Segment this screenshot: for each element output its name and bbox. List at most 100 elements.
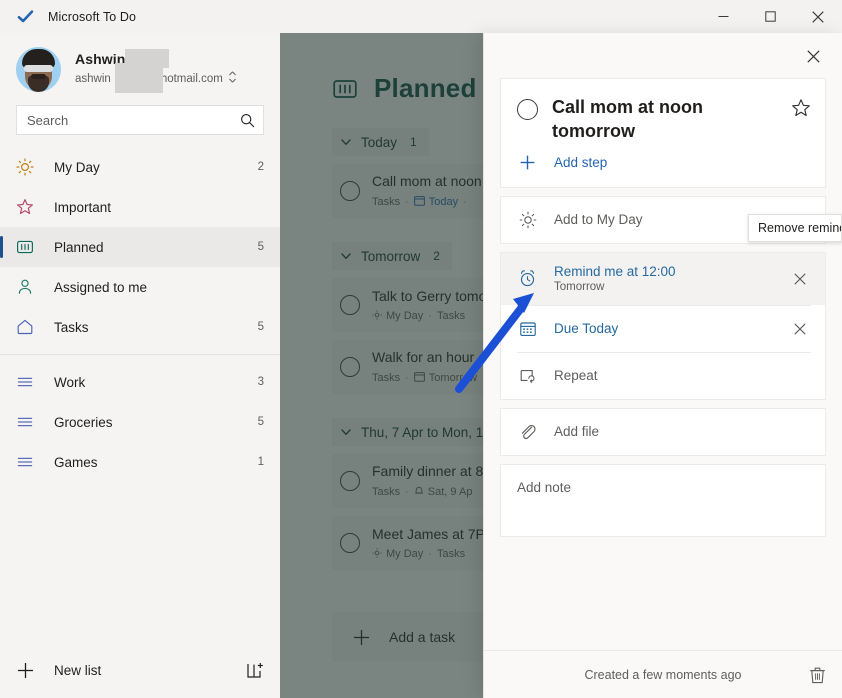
app-title: Microsoft To Do bbox=[48, 9, 137, 24]
page-title: Planned bbox=[374, 73, 477, 103]
search-input[interactable] bbox=[27, 112, 240, 128]
sun-icon bbox=[372, 547, 382, 561]
created-timestamp: Created a few moments ago bbox=[584, 667, 742, 682]
task-meta-list: Tasks bbox=[372, 196, 401, 208]
sidebar-item-games[interactable]: Games 1 bbox=[0, 442, 280, 482]
sidebar-item-my-day[interactable]: My Day 2 bbox=[0, 147, 280, 187]
task-meta-myday: My Day bbox=[372, 547, 423, 561]
remove-due-date-button[interactable] bbox=[785, 314, 815, 344]
add-a-task-label: Add a task bbox=[389, 629, 456, 645]
minimize-button[interactable] bbox=[700, 0, 747, 33]
close-detail-button[interactable] bbox=[800, 43, 826, 69]
sidebar-item-label: Tasks bbox=[54, 319, 89, 335]
meta-separator: · bbox=[405, 196, 409, 208]
sidebar-item-count: 5 bbox=[257, 416, 264, 428]
search-box[interactable] bbox=[16, 105, 264, 135]
account-email-prefix: ashwin bbox=[75, 73, 111, 86]
task-meta-due: Tomorrow bbox=[413, 371, 477, 385]
circle-unchecked-icon[interactable] bbox=[340, 533, 360, 553]
remove-reminder-button[interactable] bbox=[785, 264, 815, 294]
meta-separator: · bbox=[428, 310, 432, 322]
sidebar-item-label: Groceries bbox=[54, 414, 113, 430]
chevron-up-down-icon bbox=[228, 71, 237, 88]
person-icon bbox=[16, 278, 40, 296]
task-title: Call mom at noon bbox=[372, 173, 482, 189]
group-name: Thu, 7 Apr to Mon, 1 bbox=[361, 424, 484, 440]
plus-icon[interactable] bbox=[16, 661, 40, 680]
circle-unchecked-icon[interactable] bbox=[517, 99, 538, 120]
bell-icon bbox=[414, 485, 424, 499]
task-meta: Tasks · Sat, 9 Ap bbox=[372, 485, 493, 499]
reminder-due-repeat-card: Remind me at 12:00 Tomorrow Due Today Re… bbox=[500, 251, 826, 400]
group-name: Tomorrow bbox=[361, 248, 421, 264]
sidebar-item-label: Planned bbox=[54, 239, 104, 255]
group-header[interactable]: Tomorrow 2 bbox=[332, 242, 452, 270]
sidebar-footer: New list bbox=[0, 642, 280, 698]
close-button[interactable] bbox=[794, 0, 842, 33]
group-header[interactable]: Thu, 7 Apr to Mon, 1 bbox=[332, 418, 509, 446]
circle-unchecked-icon[interactable] bbox=[340, 471, 360, 491]
meta-separator: · bbox=[405, 486, 409, 498]
group-header[interactable]: Today 1 bbox=[332, 128, 429, 156]
smart-lists: My Day 2 Important Planned 5 Assigned to… bbox=[0, 147, 280, 482]
task-meta-reminder-label: Sat, 9 Ap bbox=[427, 486, 473, 498]
task-meta-myday-label: My Day bbox=[386, 310, 424, 322]
account-switcher[interactable]: Ashwin ashwin hotmail.com bbox=[0, 41, 280, 97]
star-outline-icon[interactable] bbox=[789, 95, 811, 144]
reminder-label: Remind me at 12:00 bbox=[554, 264, 676, 280]
add-step-button[interactable]: Add step bbox=[501, 144, 825, 187]
task-meta: Tasks · Tomorrow bbox=[372, 371, 486, 385]
maximize-button[interactable] bbox=[747, 0, 794, 33]
task-meta-myday: My Day bbox=[372, 309, 424, 323]
task-meta: Tasks · Today · bbox=[372, 195, 482, 209]
add-note-field[interactable]: Add note bbox=[500, 463, 826, 537]
home-icon bbox=[16, 318, 40, 336]
new-group-icon[interactable] bbox=[247, 662, 264, 679]
repeat-row[interactable]: Repeat bbox=[501, 353, 825, 399]
todo-app-window: Microsoft To Do Ashwin ashwin hotmail.co… bbox=[0, 0, 842, 698]
task-meta: My Day · Tasks bbox=[372, 547, 497, 561]
detail-task-title[interactable]: Call mom at noon tomorrow bbox=[552, 95, 789, 144]
add-file-label: Add file bbox=[554, 423, 600, 439]
delete-task-button[interactable] bbox=[809, 666, 826, 684]
app-logo-checkmark-icon bbox=[16, 8, 34, 26]
task-meta-due-label: Today bbox=[428, 196, 459, 208]
due-date-row[interactable]: Due Today bbox=[501, 306, 825, 352]
list-icon bbox=[16, 453, 40, 471]
sidebar-item-label: Work bbox=[54, 374, 86, 390]
reminder-row[interactable]: Remind me at 12:00 Tomorrow bbox=[501, 252, 825, 305]
circle-unchecked-icon[interactable] bbox=[340, 181, 360, 201]
sidebar-item-important[interactable]: Important bbox=[0, 187, 280, 227]
sidebar-item-groceries[interactable]: Groceries 5 bbox=[0, 402, 280, 442]
title-bar: Microsoft To Do bbox=[0, 0, 842, 33]
task-title: Family dinner at 8P bbox=[372, 463, 493, 479]
search-icon[interactable] bbox=[240, 113, 255, 128]
circle-unchecked-icon[interactable] bbox=[340, 357, 360, 377]
sidebar-item-label: Assigned to me bbox=[54, 279, 148, 295]
meta-separator: · bbox=[405, 372, 409, 384]
due-date-label: Due Today bbox=[554, 320, 619, 336]
task-title: Walk for an hour e bbox=[372, 349, 486, 365]
group-count: 2 bbox=[433, 249, 440, 263]
account-email-suffix: hotmail.com bbox=[160, 73, 223, 86]
sidebar-item-planned[interactable]: Planned 5 bbox=[0, 227, 280, 267]
circle-unchecked-icon[interactable] bbox=[340, 295, 360, 315]
plus-icon bbox=[352, 628, 371, 647]
task-meta-due: Today bbox=[413, 195, 459, 209]
sidebar-item-count: 5 bbox=[257, 241, 264, 253]
new-list-button[interactable]: New list bbox=[54, 663, 247, 678]
avatar bbox=[16, 46, 61, 92]
add-file-button[interactable]: Add file bbox=[501, 409, 825, 455]
sidebar-item-count: 3 bbox=[257, 376, 264, 388]
add-note-placeholder: Add note bbox=[517, 479, 572, 495]
redaction-box-email bbox=[115, 62, 163, 93]
calendar-icon bbox=[413, 371, 425, 385]
calendar-icon bbox=[517, 320, 538, 338]
task-title: Meet James at 7PM bbox=[372, 525, 497, 542]
sidebar-item-tasks[interactable]: Tasks 5 bbox=[0, 307, 280, 347]
sidebar-item-work[interactable]: Work 3 bbox=[0, 362, 280, 402]
sidebar-item-assigned-to-me[interactable]: Assigned to me bbox=[0, 267, 280, 307]
sidebar-item-label: Games bbox=[54, 454, 98, 470]
sun-icon bbox=[16, 158, 40, 176]
task-detail-pane: Call mom at noon tomorrow Add step Add t… bbox=[483, 33, 842, 698]
